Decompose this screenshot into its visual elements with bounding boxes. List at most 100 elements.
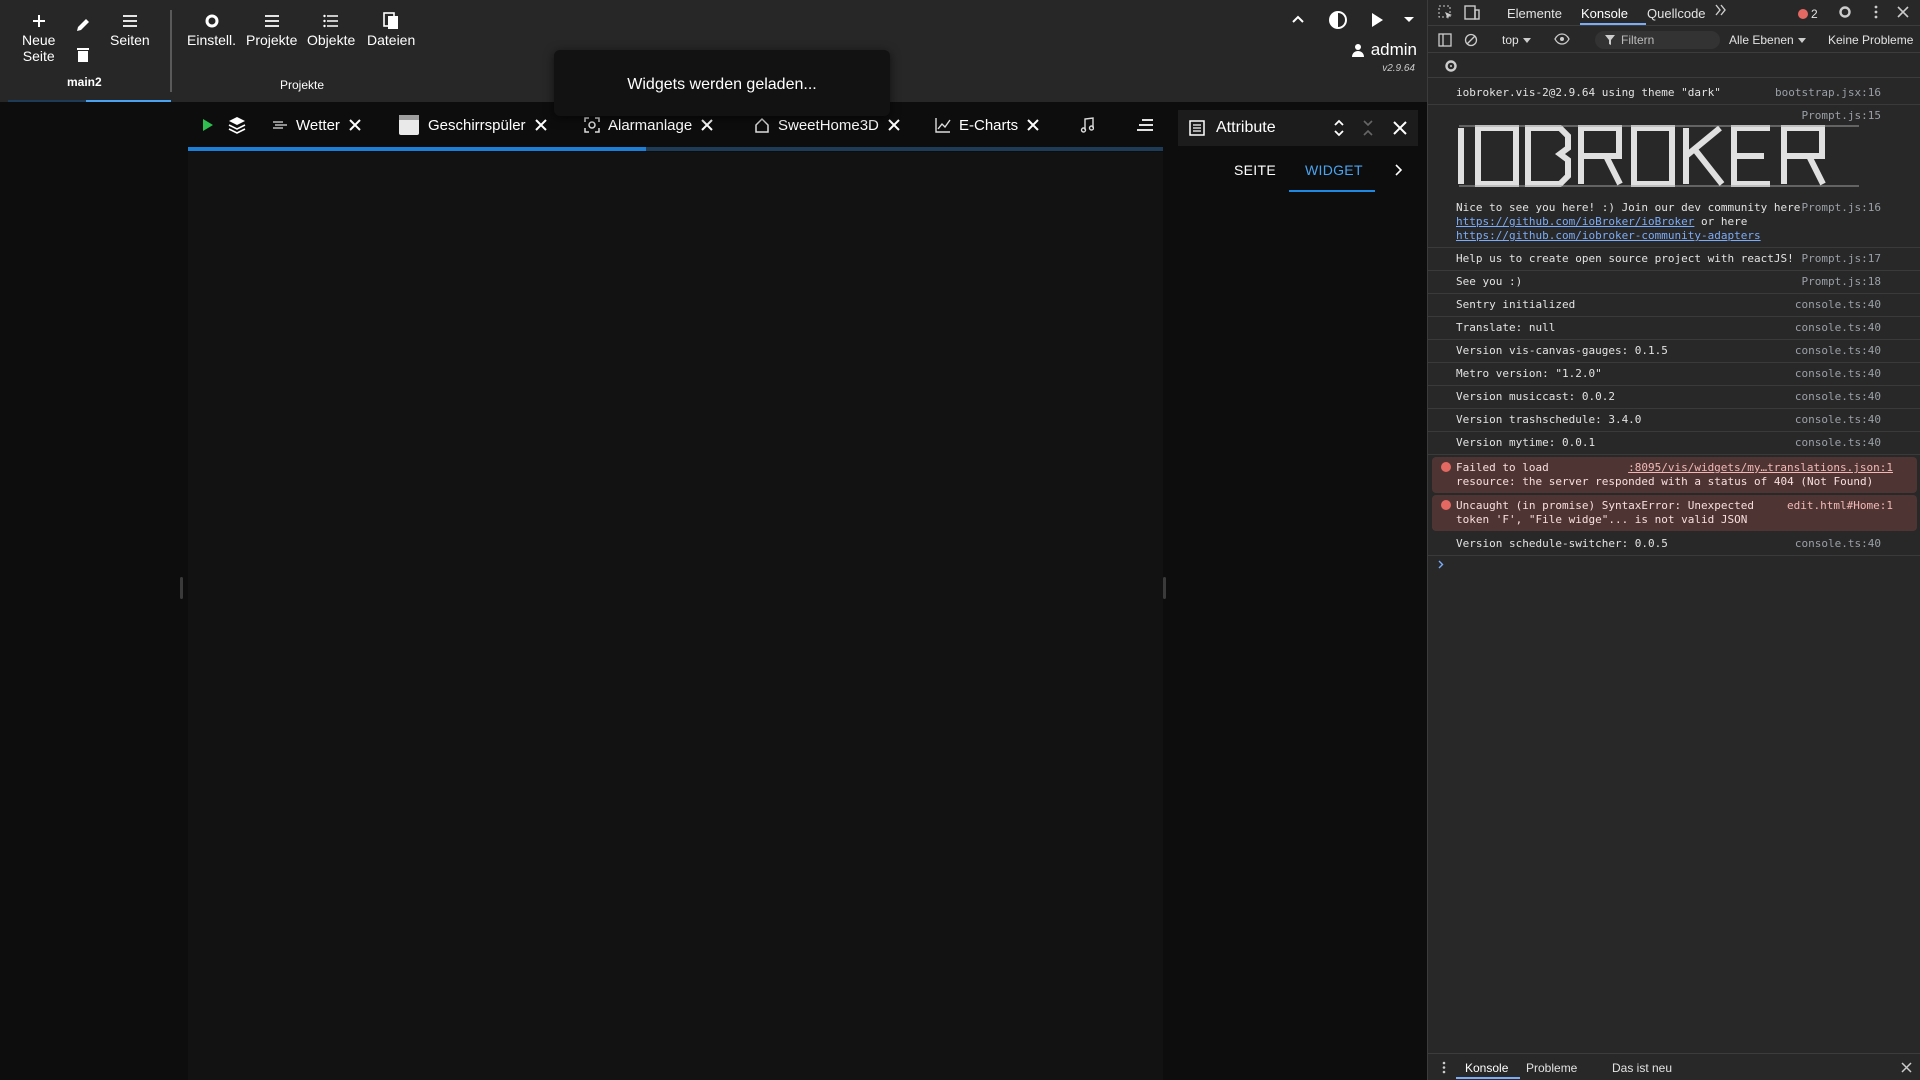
more-tabs-icon[interactable]	[1715, 4, 1727, 16]
clear-console-icon[interactable]	[1464, 33, 1478, 47]
source-link[interactable]: console.ts:40	[1795, 298, 1881, 312]
devtools-tab-elemente[interactable]: Elemente	[1507, 6, 1562, 21]
github-community-link[interactable]: https://github.com/iobroker-community-ad…	[1456, 229, 1761, 242]
filter-input[interactable]: Filtern	[1595, 31, 1720, 49]
console-message: Version vis-canvas-gauges: 0.1.5 console…	[1428, 340, 1920, 363]
app-version: v2.9.64	[1382, 63, 1415, 74]
new-page-button[interactable]: Neue Seite	[22, 10, 55, 64]
chevron-down-icon[interactable]	[1403, 16, 1415, 24]
settings-button[interactable]: Einstell.	[187, 10, 236, 48]
sidebar-toggle-icon[interactable]	[1438, 33, 1452, 47]
loading-toast: Widgets werden geladen...	[554, 50, 890, 116]
files-icon	[383, 10, 399, 32]
devtools-active-tab-indicator	[1580, 23, 1646, 25]
source-link[interactable]: console.ts:40	[1795, 537, 1881, 551]
close-icon[interactable]	[700, 118, 714, 132]
devtools-tabbar: Elemente Konsole Quellcode 2	[1428, 0, 1920, 26]
pages-button[interactable]: Seiten	[110, 10, 150, 48]
chevron-right-icon[interactable]	[1395, 164, 1403, 176]
kebab-menu-icon[interactable]	[1442, 1061, 1446, 1074]
current-page-name: main2	[67, 75, 102, 89]
objects-button[interactable]: Objekte	[307, 10, 355, 48]
close-icon[interactable]	[1026, 118, 1040, 132]
attribute-panel-header: Attribute	[1178, 110, 1418, 146]
drawer-tab-probleme[interactable]: Probleme	[1526, 1061, 1577, 1075]
right-resize-handle[interactable]	[1163, 577, 1166, 599]
source-link[interactable]: bootstrap.jsx:16	[1775, 86, 1881, 100]
delete-page-button[interactable]	[76, 44, 90, 66]
gear-icon[interactable]	[1838, 5, 1852, 19]
eye-icon[interactable]	[1554, 33, 1570, 45]
tab-widget[interactable]: WIDGET	[1305, 162, 1363, 178]
console-prompt[interactable]	[1428, 556, 1920, 573]
tab-list-icon[interactable]	[1136, 112, 1154, 138]
play-icon[interactable]	[1370, 12, 1384, 28]
error-icon	[1441, 500, 1451, 510]
menu-lines-icon	[264, 10, 280, 32]
source-link[interactable]: console.ts:40	[1795, 321, 1881, 335]
source-link[interactable]: console.ts:40	[1795, 436, 1881, 450]
devtools-tab-quellcode[interactable]: Quellcode	[1647, 6, 1706, 21]
issues-status[interactable]: Keine Probleme	[1828, 33, 1913, 47]
context-selector[interactable]: top	[1502, 33, 1531, 47]
layers-icon[interactable]	[228, 112, 246, 138]
projects-button[interactable]: Projekte	[246, 10, 297, 48]
error-counter[interactable]: 2	[1798, 7, 1818, 21]
chevron-up-icon[interactable]	[1291, 12, 1305, 26]
source-link[interactable]: :8095/vis/widgets/my…translations.json:1	[1628, 461, 1893, 475]
expand-icon[interactable]	[1333, 118, 1345, 138]
console-message: Nice to see you here! :) Join our dev co…	[1428, 197, 1920, 248]
tab-echarts[interactable]: E-Charts	[935, 112, 1040, 138]
tab-seite[interactable]: SEITE	[1234, 162, 1276, 178]
plus-icon	[32, 10, 46, 32]
source-link[interactable]: Prompt.js:17	[1802, 252, 1881, 266]
source-link[interactable]: Prompt.js:18	[1802, 275, 1881, 289]
console-settings-icon[interactable]	[1444, 59, 1458, 73]
attributes-icon	[1189, 120, 1205, 136]
source-link[interactable]: Prompt.js:16	[1802, 201, 1881, 215]
theme-toggle-icon[interactable]	[1327, 9, 1349, 31]
close-icon[interactable]	[1897, 6, 1909, 18]
tab-wetter[interactable]: Wetter	[272, 112, 362, 138]
source-link[interactable]: console.ts:40	[1795, 390, 1881, 404]
drawer-tab-whats-new[interactable]: Das ist neu	[1612, 1061, 1672, 1075]
filter-icon	[1605, 35, 1615, 45]
weather-icon	[272, 118, 288, 132]
user-menu[interactable]: admin	[1351, 40, 1417, 60]
console-message: Translate: null console.ts:40	[1428, 317, 1920, 340]
close-icon[interactable]	[348, 118, 362, 132]
run-icon[interactable]	[202, 112, 214, 138]
devtools-tab-konsole[interactable]: Konsole	[1581, 6, 1628, 21]
kebab-menu-icon[interactable]	[1874, 5, 1878, 19]
close-icon[interactable]	[1901, 1062, 1912, 1073]
source-link[interactable]: console.ts:40	[1795, 413, 1881, 427]
files-button[interactable]: Dateien	[367, 10, 415, 48]
iobroker-ascii-logo	[1456, 123, 1861, 189]
collapse-icon[interactable]	[1362, 119, 1374, 137]
console-message: Version mytime: 0.0.1 console.ts:40	[1428, 432, 1920, 455]
tab-geschirrspueler[interactable]: Geschirrspüler	[398, 112, 548, 138]
log-levels-dropdown[interactable]: Alle Ebenen	[1729, 33, 1806, 47]
edit-page-button[interactable]	[75, 14, 91, 36]
left-resize-handle[interactable]	[180, 577, 183, 599]
close-icon[interactable]	[534, 118, 548, 132]
close-icon[interactable]	[887, 118, 901, 132]
inspect-icon[interactable]	[1438, 5, 1453, 20]
view-canvas[interactable]	[188, 152, 1166, 1080]
source-link[interactable]: Prompt.js:15	[1802, 109, 1881, 123]
music-note-icon[interactable]	[1080, 112, 1094, 138]
error-icon	[1441, 462, 1451, 472]
gear-icon	[204, 10, 220, 32]
vis-editor: Neue Seite Seiten main2 Einstell. Projek…	[0, 0, 1427, 1080]
source-link[interactable]: console.ts:40	[1795, 344, 1881, 358]
close-icon[interactable]	[1393, 121, 1407, 135]
github-iobroker-link[interactable]: https://github.com/ioBroker/ioBroker	[1456, 215, 1694, 228]
error-icon	[1798, 9, 1808, 19]
device-toggle-icon[interactable]	[1464, 5, 1480, 20]
trash-icon	[76, 44, 90, 66]
source-link[interactable]: edit.html#Home:1	[1787, 499, 1893, 513]
console-message: Help us to create open source project wi…	[1428, 248, 1920, 271]
console-filter-bar: top Filtern Alle Ebenen Keine Probleme	[1428, 27, 1920, 53]
drawer-tab-konsole[interactable]: Konsole	[1465, 1061, 1508, 1075]
source-link[interactable]: console.ts:40	[1795, 367, 1881, 381]
